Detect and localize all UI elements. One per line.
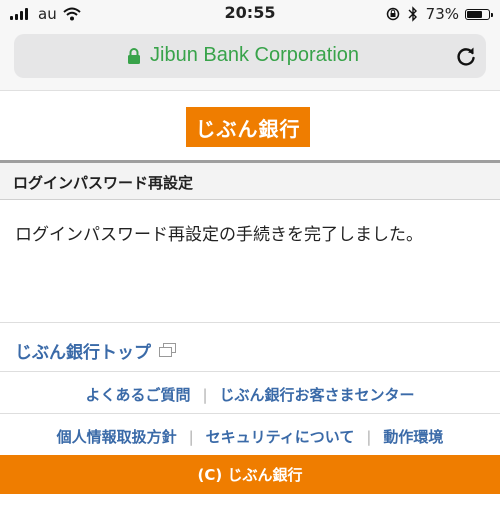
completion-message: ログインパスワード再設定の手続きを完了しました。 (15, 225, 423, 245)
link-separator: | (202, 385, 208, 404)
status-bar: au 20:55 73% (0, 0, 500, 28)
bluetooth-icon (408, 6, 417, 22)
link-separator: | (366, 427, 372, 446)
rotation-lock-icon (386, 7, 399, 21)
lock-icon (128, 48, 140, 64)
battery-icon (465, 8, 493, 20)
status-right: 73% (386, 4, 493, 24)
faq-link[interactable]: よくあるご質問 (85, 384, 190, 405)
operating-environment-link[interactable]: 動作環境 (383, 426, 443, 447)
bank-logo[interactable]: じぶん銀行 (186, 107, 310, 147)
security-link[interactable]: セキュリティについて (206, 426, 355, 447)
footer-links-row-2: 個人情報取扱方針 | セキュリティについて | 動作環境 (0, 426, 500, 447)
customer-center-link[interactable]: じぶん銀行お客さまセンター (220, 384, 415, 405)
site-identity-label: Jibun Bank Corporation (150, 44, 360, 66)
reload-icon[interactable] (454, 44, 478, 68)
footer-links-row-1: よくあるご質問 | じぶん銀行お客さまセンター (0, 384, 500, 405)
link-separator: | (188, 427, 194, 446)
divider (0, 371, 500, 372)
divider (0, 413, 500, 414)
page-title: ログインパスワード再設定 (13, 174, 194, 192)
bottom-spacer (0, 494, 500, 510)
new-window-icon (159, 343, 176, 357)
address-bar[interactable]: Jibun Bank Corporation (14, 34, 486, 78)
browser-toolbar: Jibun Bank Corporation (0, 28, 500, 91)
bank-top-link-label: じぶん銀行トップ (15, 343, 151, 363)
divider (0, 322, 500, 323)
battery-percentage: 73% (425, 5, 459, 23)
copyright-footer: (C) じぶん銀行 (0, 455, 500, 494)
privacy-policy-link[interactable]: 個人情報取扱方針 (57, 426, 177, 447)
bank-top-link[interactable]: じぶん銀行トップ (15, 338, 176, 363)
section-header: ログインパスワード再設定 (0, 160, 500, 200)
